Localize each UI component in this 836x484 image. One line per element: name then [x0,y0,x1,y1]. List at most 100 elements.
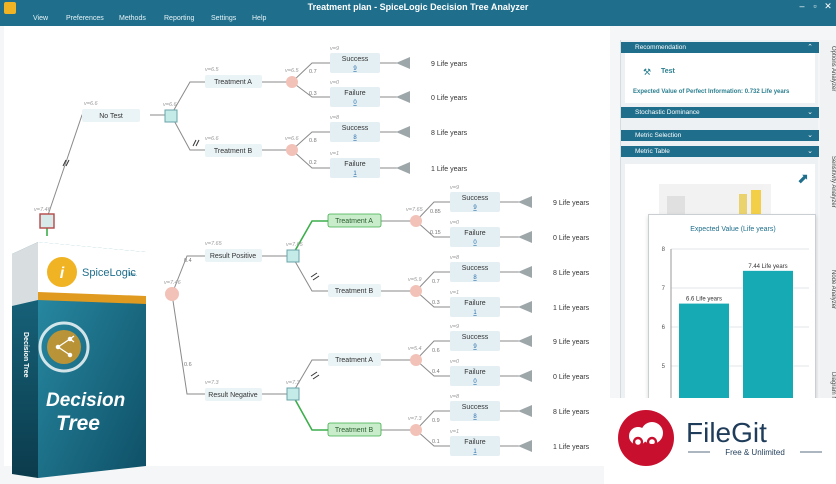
terminal-node[interactable] [518,370,532,382]
prob-label: 0.3 [432,300,440,306]
result-positive-label: Result Positive [210,253,256,260]
leaf-node[interactable]: Failure1v=11 Life years [450,429,590,456]
prob-label: 0.6 [184,362,192,368]
y-tick-label: 8 [662,247,666,253]
terminal-node[interactable] [518,266,532,278]
result-negative-label: Result Negative [208,392,258,399]
chance-node[interactable] [410,215,422,227]
y-tick-label: 7 [662,286,666,292]
terminal-node[interactable] [518,231,532,243]
leaf-ev: v=1 [330,151,339,157]
leaf-node[interactable]: Success9v=99 Life years [330,46,468,73]
leaf-label: Failure [344,90,366,97]
terminal-node[interactable] [518,405,532,417]
nt-decision-node[interactable] [164,109,178,123]
chart-bars: 6.6 Life years 7.44 Life years [679,264,793,405]
rp-decision-node[interactable] [286,249,300,263]
leaf-node[interactable]: Failure0v=00 Life years [450,220,590,247]
leaf-label: Failure [464,369,486,376]
terminal-node[interactable] [396,57,410,69]
root-ev: v=7.46 [34,207,52,213]
menu-preferences[interactable]: Preferences [66,15,104,22]
menu-view[interactable]: View [33,15,48,22]
leaf-node[interactable]: Success8v=88 Life years [330,115,468,142]
leaf-ev: v=8 [450,394,460,400]
terminal-node[interactable] [396,91,410,103]
recommendation-body: ⚒ Test Expected Value of Perfect Informa… [625,53,815,103]
prune-mark [195,139,200,147]
bar[interactable] [679,303,729,405]
chance-node[interactable] [286,76,298,88]
leaf-node[interactable]: Success8v=88 Life years [450,394,590,421]
leaf-ev: v=1 [450,429,459,435]
stochastic-header[interactable]: Stochastic Dominance ⌄ [621,107,819,118]
title-bar: Treatment plan - SpiceLogic Decision Tre… [0,0,836,16]
maximize-icon[interactable]: ▫ [809,1,821,11]
leaf-node[interactable]: Success9v=99 Life years [450,185,590,212]
terminal-node[interactable] [518,196,532,208]
tab-sensitivity-analyzer[interactable]: Sensitivity Analyzer [820,156,836,246]
rp-tb-label: Treatment B [335,288,374,295]
terminal-payoff: 9 Life years [553,200,590,207]
brand-suffix: Inc. [129,272,137,278]
terminal-payoff: 0 Life years [553,235,590,242]
terminal-payoff: 0 Life years [553,374,590,381]
chevron-down-icon[interactable]: ⌄ [807,131,813,139]
terminal-node[interactable] [518,301,532,313]
leaf-label: Failure [464,230,486,237]
terminal-payoff: 0 Life years [431,95,468,102]
chance-node[interactable] [410,285,422,297]
prob-label: 0.15 [430,230,441,236]
leaf-node[interactable]: Success8v=88 Life years [450,255,590,282]
filegit-logo: FileGit Free & Unlimited [618,410,822,466]
chance-node[interactable] [410,354,422,366]
chevron-down-icon[interactable]: ⌄ [807,108,813,116]
leaf-node[interactable]: Failure1v=11 Life years [330,151,468,178]
menu-methods[interactable]: Methods [119,15,146,22]
node-no-test-label: No Test [99,113,123,120]
close-icon[interactable]: ✕ [822,1,834,12]
leaf-node[interactable]: Failure0v=00 Life years [450,359,590,386]
chevron-down-icon[interactable]: ⌄ [807,147,813,155]
terminal-node[interactable] [518,335,532,347]
leaf-ev: v=1 [450,290,459,296]
chance-node[interactable] [286,144,298,156]
root-decision-node[interactable] [39,213,55,229]
prob-label: 0.3 [309,91,317,97]
bar[interactable] [743,270,793,405]
filegit-name: FileGit [686,417,767,448]
metric-table-header[interactable]: Metric Table ⌄ [621,146,819,157]
recommendation-header[interactable]: Recommendation ⌃ [621,42,819,53]
prob-label: 0.85 [430,209,441,215]
rn-decision-node[interactable] [286,387,300,401]
terminal-node[interactable] [396,126,410,138]
menu-help[interactable]: Help [252,15,266,22]
tab-options-analyzer[interactable]: Options Analyzer [820,46,836,116]
product-box-image: i SpiceLogic Inc. Decision Tree Decision… [12,242,146,478]
test-chance-node[interactable] [165,287,179,301]
leaf-label: Failure [344,161,366,168]
rn-ta-label: Treatment A [335,357,373,364]
logo-letter: i [60,265,65,282]
prob-label: 0.8 [309,138,317,144]
terminal-node[interactable] [396,162,410,174]
gavel-icon: ⚒ [643,67,652,77]
box-title-line1: Decision [46,390,125,411]
thumb-bar [739,194,747,214]
chance-node[interactable] [410,424,422,436]
menu-reporting[interactable]: Reporting [164,15,194,22]
leaf-node[interactable]: Success9v=99 Life years [450,324,590,351]
leaf-node[interactable]: Failure0v=00 Life years [330,80,468,107]
expand-icon[interactable]: ⬈ [797,170,809,187]
menu-settings[interactable]: Settings [211,15,236,22]
chevron-up-icon[interactable]: ⌃ [807,43,813,51]
terminal-node[interactable] [518,440,532,452]
metric-selection-header[interactable]: Metric Selection ⌄ [621,130,819,141]
prune-mark [310,371,318,377]
leaf-node[interactable]: Failure1v=11 Life years [450,290,590,317]
nt-tb-ev: v=6.6 [205,136,220,142]
tab-node-analyzer[interactable]: Node Analyzer [820,270,836,330]
leaf-ev: v=0 [450,359,460,365]
minimize-icon[interactable]: – [796,1,808,11]
stochastic-title: Stochastic Dominance [635,109,700,116]
